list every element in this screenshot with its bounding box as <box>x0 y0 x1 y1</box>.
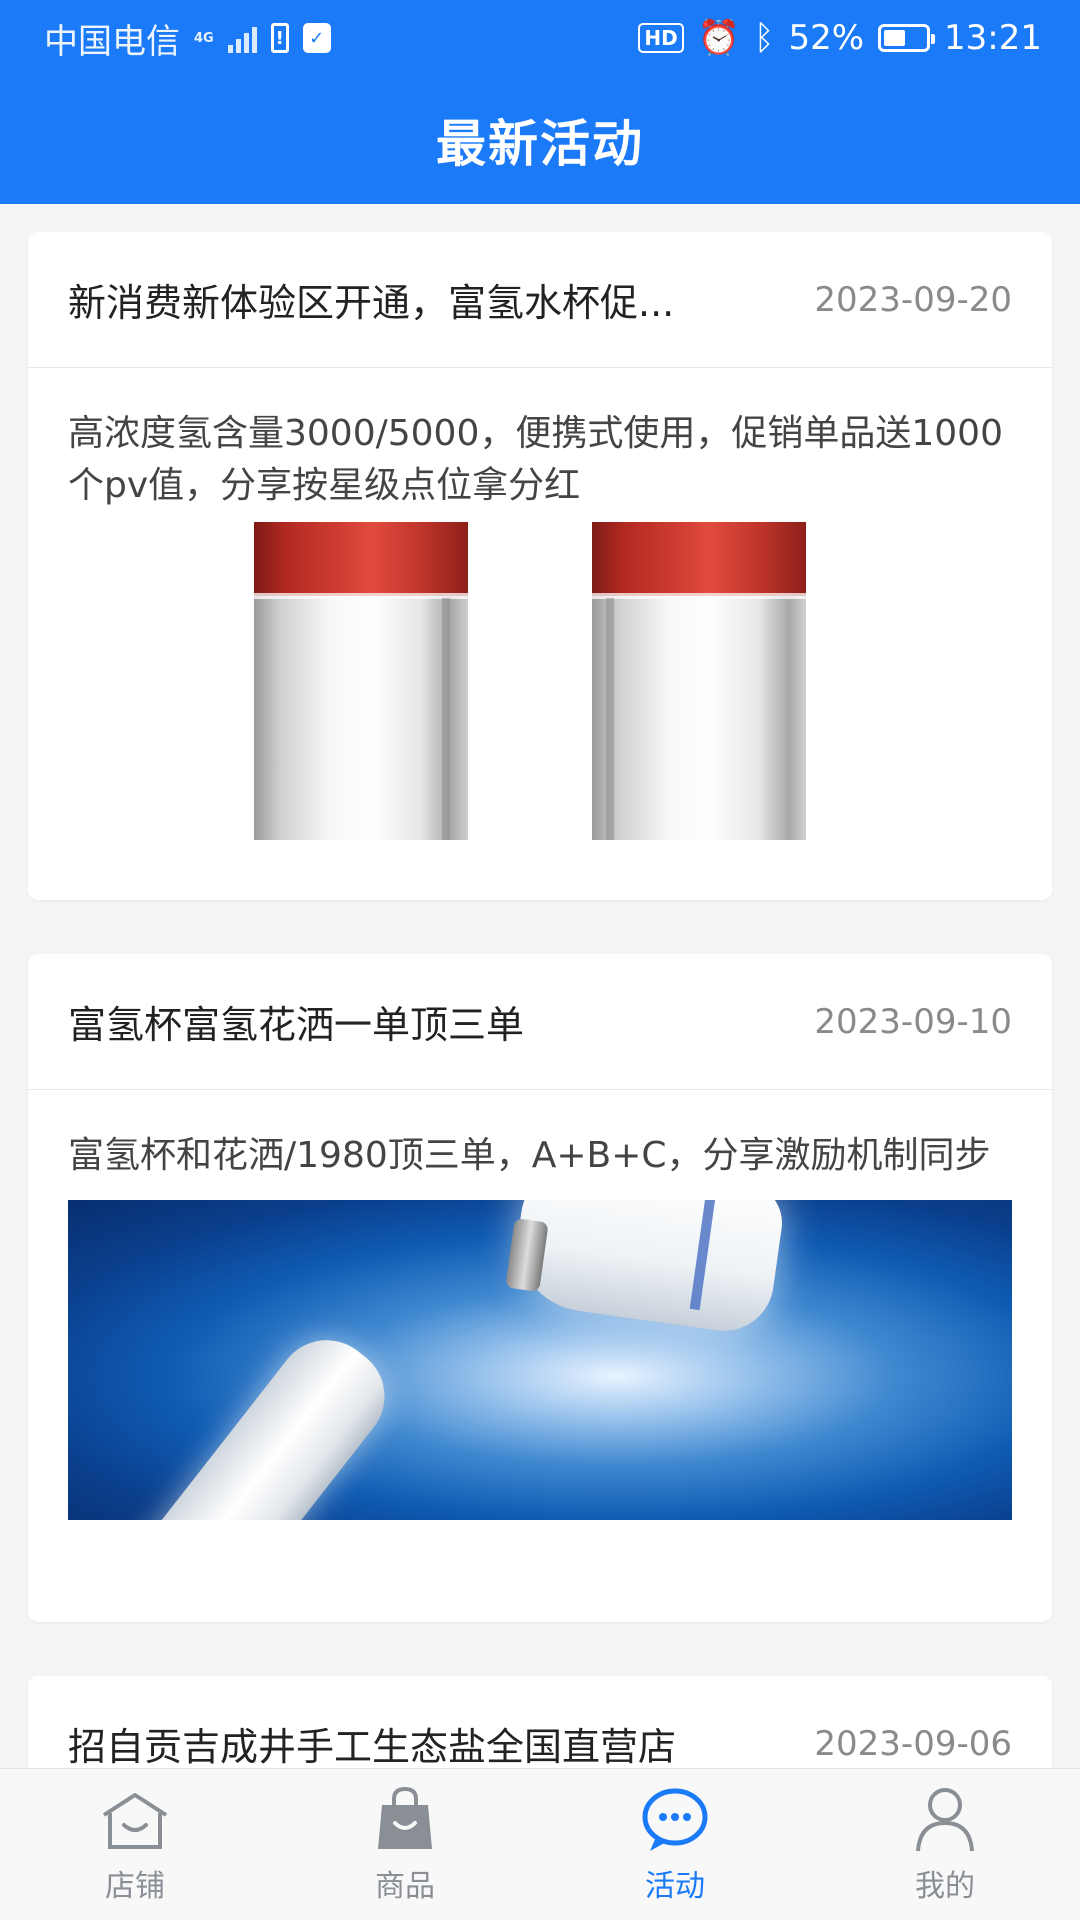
header: 中国电信 4G ! ✓ HD ⏰ ᛒ 52% 13:21 最新活动 <box>0 0 1080 204</box>
activity-card-header: 新消费新体验区开通，富氢水杯促... 2023-09-20 <box>28 232 1052 368</box>
status-bar: 中国电信 4G ! ✓ HD ⏰ ᛒ 52% 13:21 <box>0 0 1080 76</box>
activity-description: 富氢杯和花洒/1980顶三单，A+B+C，分享激励机制同步 <box>68 1135 991 1176</box>
activity-image-hydrogen-cups <box>68 522 1012 840</box>
network-type: 4G <box>194 30 214 46</box>
clock: 13:21 <box>944 18 1042 58</box>
signal-icon <box>227 23 257 53</box>
activity-title: 富氢杯富氢花洒一单顶三单 <box>68 1003 525 1047</box>
tab-activity[interactable]: 活动 <box>575 1785 775 1905</box>
cup-edge <box>606 598 614 840</box>
battery-warning-icon: ! <box>270 23 289 53</box>
activity-title: 招自贡吉成井手工生态盐全国直营店 <box>68 1725 677 1768</box>
activity-card-header: 富氢杯富氢花洒一单顶三单 2023-09-10 <box>28 954 1052 1090</box>
shower-handle <box>114 1320 405 1520</box>
cup-image <box>254 522 468 840</box>
activity-title: 新消费新体验区开通，富氢水杯促... <box>68 281 675 325</box>
battery-icon <box>878 24 936 52</box>
activity-body: 高浓度氢含量3000/5000，便携式使用，促销单品送1000个pv值，分享按星… <box>28 368 1052 890</box>
tab-store[interactable]: 店铺 <box>35 1785 235 1905</box>
store-icon <box>102 1793 168 1849</box>
shower-head <box>508 1200 788 1338</box>
user-icon <box>916 1788 974 1852</box>
cup-image <box>592 522 806 840</box>
cup-edge <box>442 598 450 840</box>
activity-date: 2023-09-10 <box>814 1001 1012 1042</box>
tab-mine[interactable]: 我的 <box>845 1785 1045 1905</box>
tab-label: 商品 <box>375 1869 435 1904</box>
activity-body: 富氢杯和花洒/1980顶三单，A+B+C，分享激励机制同步 <box>28 1090 1052 1570</box>
app-screen: 中国电信 4G ! ✓ HD ⏰ ᛒ 52% 13:21 最新活动 新消费新体验 <box>0 0 1080 1920</box>
bluetooth-icon: ᛒ <box>754 18 775 58</box>
activity-card[interactable]: 新消费新体验区开通，富氢水杯促... 2023-09-20 高浓度氢含量3000… <box>28 232 1052 900</box>
battery-fill <box>884 30 906 46</box>
chat-bubble-icon <box>642 1788 708 1851</box>
activity-card[interactable]: 富氢杯富氢花洒一单顶三单 2023-09-10 富氢杯和花洒/1980顶三单，A… <box>28 954 1052 1622</box>
status-right: HD ⏰ ᛒ 52% 13:21 <box>638 18 1042 58</box>
tab-label: 我的 <box>915 1869 975 1904</box>
activity-card[interactable]: 招自贡吉成井手工生态盐全国直营店 2023-09-06 <box>28 1676 1052 1768</box>
hd-badge: HD <box>638 23 684 53</box>
battery-percent: 52% <box>788 18 865 58</box>
cup-cap <box>254 522 468 599</box>
bottom-tab-bar: 店铺 商品 活动 我的 <box>0 1768 1080 1920</box>
shopping-bag-icon <box>378 1786 432 1849</box>
shield-icon: ✓ <box>302 23 331 53</box>
activity-card-header: 招自贡吉成井手工生态盐全国直营店 2023-09-06 <box>28 1676 1052 1769</box>
activity-image-shower-head <box>68 1200 1012 1520</box>
tab-label: 店铺 <box>105 1869 165 1904</box>
carrier-name: 中国电信 <box>44 21 180 62</box>
activity-date: 2023-09-06 <box>814 1723 1012 1764</box>
tab-label: 活动 <box>645 1869 705 1904</box>
cup-cap <box>592 522 806 599</box>
status-left: 中国电信 4G ! ✓ <box>44 14 331 63</box>
page-title: 最新活动 <box>436 115 644 173</box>
activity-description: 高浓度氢含量3000/5000，便携式使用，促销单品送1000个pv值，分享按星… <box>68 413 1003 506</box>
activity-date: 2023-09-20 <box>814 279 1012 320</box>
tab-goods[interactable]: 商品 <box>305 1785 505 1905</box>
alarm-icon: ⏰ <box>697 18 741 58</box>
activity-list[interactable]: 新消费新体验区开通，富氢水杯促... 2023-09-20 高浓度氢含量3000… <box>0 204 1080 1768</box>
